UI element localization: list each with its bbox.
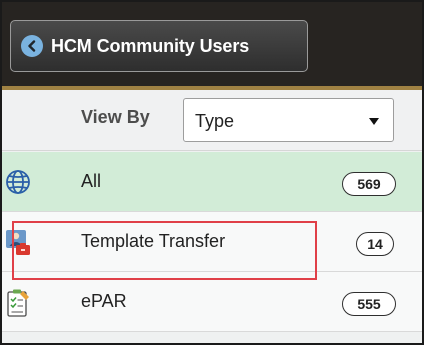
view-by-row: View By Type (2, 90, 422, 151)
chevron-left-icon (21, 35, 43, 57)
back-button[interactable]: HCM Community Users (10, 20, 308, 72)
header-bar: HCM Community Users (2, 2, 422, 90)
view-by-select-value: Type (195, 111, 235, 131)
list-item-epar[interactable]: ePAR 555 (2, 272, 422, 332)
globe-icon (5, 168, 31, 196)
user-type-list: All 569 Template Transfer 14 ePAR 555 (2, 152, 422, 332)
app-frame: HCM Community Users View By Type All 569… (0, 0, 424, 345)
list-item-label: ePAR (81, 291, 127, 311)
list-item-all[interactable]: All 569 (2, 152, 422, 212)
list-item-label: All (81, 171, 102, 191)
view-by-label: View By (81, 107, 150, 127)
back-button-label: HCM Community Users (51, 35, 250, 56)
count-badge: 14 (356, 232, 394, 256)
count-badge: 555 (342, 292, 396, 316)
list-item-template-transfer[interactable]: Template Transfer 14 (2, 212, 422, 272)
form-checklist-icon (5, 288, 31, 317)
user-transfer-icon (5, 228, 31, 256)
count-badge: 569 (342, 172, 396, 196)
list-item-label: Template Transfer (81, 231, 226, 251)
view-by-select[interactable]: Type (183, 98, 394, 142)
dropdown-arrow-icon (369, 118, 379, 125)
